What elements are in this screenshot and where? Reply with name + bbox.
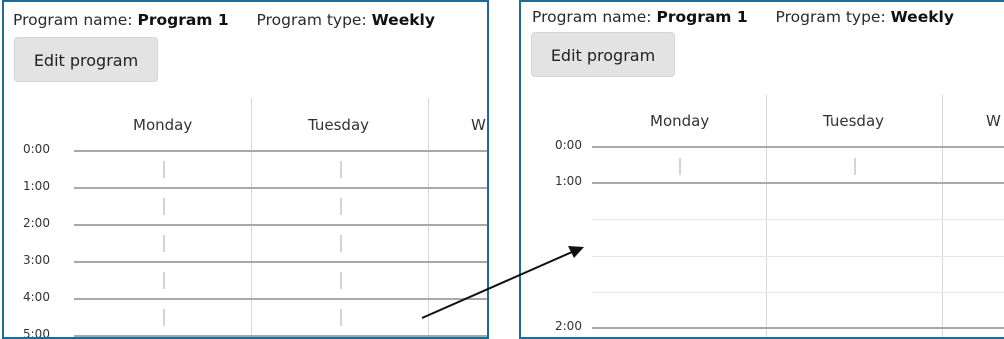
program-name-label: Program name: (13, 11, 133, 29)
quarter-hour-line (592, 292, 1004, 293)
day-header-monday: Monday (650, 112, 710, 130)
hour-line (592, 146, 1004, 148)
column-divider (251, 98, 252, 337)
program-type-value: Weekly (890, 8, 954, 26)
hour-line (592, 182, 1004, 184)
column-divider (942, 95, 943, 337)
half-hour-tick (163, 198, 165, 215)
day-header-tuesday: Tuesday (308, 116, 370, 134)
column-divider (428, 98, 429, 337)
hour-line (74, 187, 487, 189)
hour-line (74, 261, 487, 263)
edit-program-button[interactable]: Edit program (531, 32, 675, 77)
time-label: 0:00 (23, 142, 50, 156)
hour-line (592, 327, 1004, 329)
day-header-wednesday: W (471, 116, 486, 134)
program-name-value: Program 1 (137, 11, 229, 29)
program-info: Program name: Program 1 Program type: We… (532, 8, 954, 26)
day-header-monday: Monday (133, 116, 193, 134)
program-info: Program name: Program 1 Program type: We… (13, 11, 435, 29)
time-label: 3:00 (23, 253, 50, 267)
half-hour-tick (854, 158, 856, 175)
edit-program-button[interactable]: Edit program (14, 37, 158, 82)
time-label: 4:00 (23, 290, 50, 304)
program-type-label: Program type: (256, 11, 367, 29)
half-hour-tick (340, 272, 342, 289)
calendar-view-before: Program name: Program 1 Program type: We… (2, 0, 489, 339)
time-label: 2:00 (555, 319, 582, 333)
quarter-hour-line (592, 256, 1004, 257)
time-label: 1:00 (555, 174, 582, 188)
calendar-view-after: Program name: Program 1 Program type: We… (519, 0, 1004, 339)
quarter-hour-line (592, 219, 1004, 220)
time-label: 1:00 (23, 179, 50, 193)
half-hour-tick (340, 198, 342, 215)
hour-line (74, 150, 487, 152)
half-hour-tick (163, 161, 165, 178)
half-hour-tick (340, 309, 342, 326)
half-hour-tick (679, 158, 681, 175)
day-header-wednesday: W (986, 112, 1001, 130)
time-label: 5:00 (23, 327, 50, 339)
program-type-label: Program type: (775, 8, 886, 26)
half-hour-tick (340, 235, 342, 252)
time-label: 2:00 (23, 216, 50, 230)
half-hour-tick (340, 161, 342, 178)
half-hour-tick (163, 309, 165, 326)
half-hour-tick (163, 272, 165, 289)
day-header-tuesday: Tuesday (823, 112, 885, 130)
hour-line (74, 224, 487, 226)
time-label: 0:00 (555, 138, 582, 152)
half-hour-tick (163, 235, 165, 252)
program-name-label: Program name: (532, 8, 652, 26)
program-type-value: Weekly (371, 11, 435, 29)
column-divider (766, 95, 767, 337)
hour-line (74, 298, 487, 300)
program-name-value: Program 1 (656, 8, 748, 26)
hour-line (74, 335, 487, 337)
